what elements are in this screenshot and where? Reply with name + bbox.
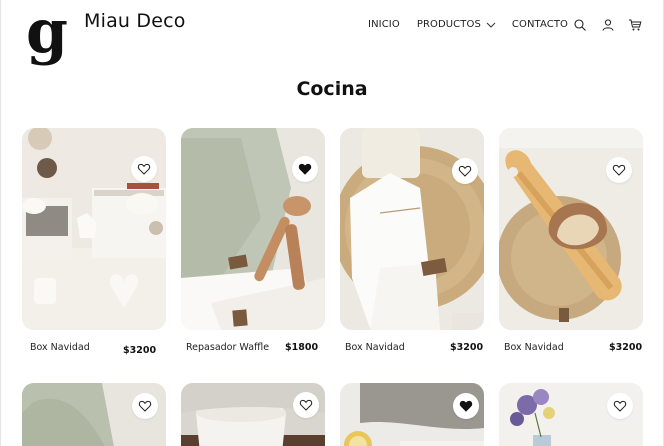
svg-text:g: g [26, 8, 68, 67]
product-price: $3200 [123, 345, 157, 356]
brand-logo[interactable]: g [24, 8, 70, 70]
heart-outline-icon [137, 163, 151, 175]
product-name[interactable]: Box Navidad [504, 342, 564, 353]
favorite-button[interactable] [293, 392, 319, 418]
favorite-button[interactable] [292, 156, 318, 182]
product-price: $3200 [450, 342, 484, 353]
heart-filled-icon [459, 400, 473, 412]
brand-name[interactable]: Miau Deco [84, 10, 186, 32]
nav-item-label: PRODUCTOS [416, 19, 481, 30]
product-name[interactable]: Box Navidad [345, 342, 405, 353]
heart-outline-icon [138, 400, 152, 412]
nav-item-productos[interactable]: PRODUCTOS [417, 19, 496, 30]
user-icon[interactable] [601, 18, 615, 32]
nav-item-label: CONTACTO [511, 19, 568, 30]
main-nav: INICIO PRODUCTOS CONTACTO [368, 19, 568, 30]
page-title: Cocina [296, 78, 368, 100]
product-name[interactable]: Repasador Waffle [186, 342, 269, 353]
product-price: $1800 [285, 342, 319, 353]
chevron-down-icon [486, 22, 496, 28]
product-name[interactable]: Box Navidad [30, 342, 90, 353]
favorite-button[interactable] [132, 393, 158, 419]
favorite-button[interactable] [452, 158, 478, 184]
favorite-button[interactable] [606, 157, 632, 183]
search-icon[interactable] [573, 18, 587, 32]
heart-outline-icon [613, 400, 627, 412]
heart-outline-icon [299, 399, 313, 411]
heart-filled-icon [298, 163, 312, 175]
favorite-button[interactable] [453, 393, 479, 419]
heart-outline-icon [458, 165, 472, 177]
nav-item-inicio[interactable]: INICIO [368, 19, 400, 30]
product-price: $3200 [609, 342, 643, 353]
heart-outline-icon [612, 164, 626, 176]
cart-icon[interactable] [628, 18, 642, 32]
nav-item-label: INICIO [368, 19, 400, 30]
favorite-button[interactable] [131, 156, 157, 182]
nav-item-contacto[interactable]: CONTACTO [512, 19, 568, 30]
favorite-button[interactable] [607, 393, 633, 419]
